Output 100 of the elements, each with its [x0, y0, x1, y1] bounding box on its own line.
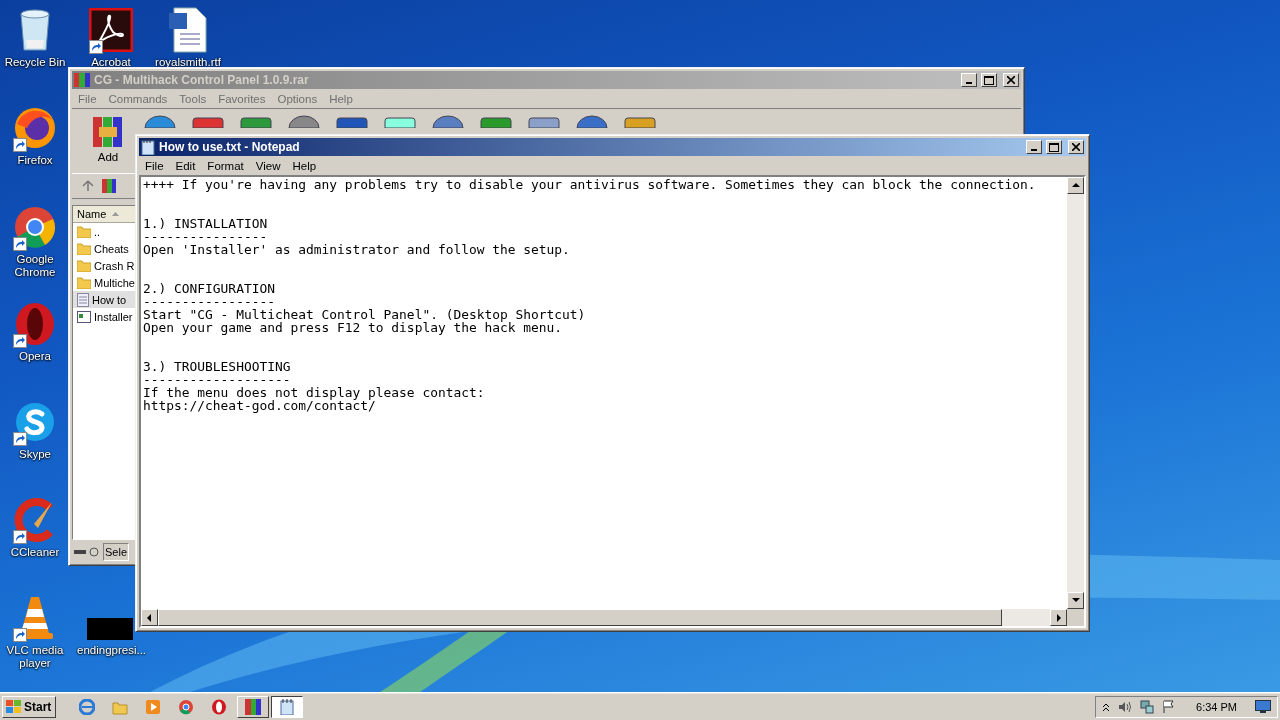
chrome-icon — [13, 205, 57, 249]
section-heading: 1.) INSTALLATION — [143, 217, 268, 230]
flag-icon[interactable] — [1162, 699, 1175, 714]
scroll-down-button[interactable] — [1067, 592, 1084, 609]
toolbar-icon[interactable] — [190, 115, 226, 128]
browser-e-icon[interactable] — [78, 698, 95, 715]
speaker-icon[interactable] — [1118, 700, 1133, 713]
toolbar-button[interactable]: Add — [86, 115, 130, 163]
archive-app-icon — [245, 698, 262, 715]
ring-icon — [13, 301, 57, 347]
text-line: If the menu does not display please contact: — [143, 386, 485, 399]
text-line: ++++ If you're having any problems try to disable your antivirus software. Sometimes they can block the connection. — [143, 178, 1036, 191]
fox-globe-icon — [13, 106, 57, 150]
minimize-button[interactable] — [961, 73, 977, 87]
program-icon — [77, 310, 91, 323]
menu-item[interactable]: Format — [201, 159, 250, 172]
toolbar-icon[interactable] — [622, 115, 658, 128]
close-icon — [1072, 143, 1080, 151]
toolbar-icon[interactable] — [334, 115, 370, 128]
close-button[interactable] — [1068, 140, 1084, 154]
menu-item[interactable]: File — [139, 159, 170, 172]
toolbar-icon[interactable] — [382, 115, 418, 128]
dashed-rule-text: ------------------- — [143, 373, 291, 386]
file-row[interactable]: Cheats — [73, 240, 135, 257]
desktop-icon-label[interactable]: Firefox — [17, 154, 53, 167]
desktop-icon-label[interactable]: Google Chrome — [2, 253, 68, 279]
file-row[interactable]: Installer — [73, 308, 135, 325]
up-arrow-icon[interactable] — [82, 180, 94, 192]
notepad-icon — [279, 698, 296, 715]
network-icon[interactable] — [1140, 699, 1155, 714]
sort-arrow-icon — [112, 212, 120, 216]
file-row[interactable]: Crash R — [73, 257, 135, 274]
toolbar-icon[interactable] — [574, 115, 610, 128]
trash-bin-icon — [17, 8, 53, 52]
toolbar-icon[interactable] — [142, 115, 178, 128]
maximize-button[interactable] — [1046, 140, 1062, 154]
maximize-button[interactable] — [981, 73, 997, 87]
desktop-icon-label[interactable]: Opera — [19, 350, 51, 363]
file-row[interactable]: .. — [73, 223, 135, 240]
desktop-icon-label[interactable]: endingpresi... — [77, 644, 143, 657]
vertical-scrollbar[interactable] — [1067, 177, 1084, 609]
menu-item[interactable]: Edit — [169, 159, 202, 172]
scroll-left-button[interactable] — [141, 609, 158, 626]
scroll-right-button[interactable] — [1050, 609, 1067, 626]
file-row[interactable]: Multiche — [73, 274, 135, 291]
toolbar-icon[interactable] — [238, 115, 274, 128]
scrollbar-corner — [1067, 609, 1084, 626]
text-line: Open your game and press F12 to display the hack menu. — [143, 321, 563, 334]
window-title: How to use.txt - Notepad — [159, 140, 301, 154]
dashed-rule-text: ----------------- — [143, 295, 275, 308]
toolbar-icon[interactable] — [526, 115, 562, 128]
toolbar-icon[interactable] — [478, 115, 514, 128]
chrome-icon[interactable] — [177, 698, 194, 715]
window-title: CG - Multihack Control Panel 1.0.9.rar — [94, 73, 310, 87]
section-heading: 3.) TROUBLESHOOTING — [143, 360, 291, 373]
chevron-up-icon[interactable] — [1102, 701, 1111, 712]
clock[interactable]: 6:34 PM — [1196, 700, 1237, 713]
scroll-up-button[interactable] — [1067, 177, 1084, 194]
menu-item[interactable]: Help — [286, 159, 323, 172]
skype-icon — [13, 400, 57, 444]
taskbar-window-button[interactable] — [271, 695, 304, 718]
folder-icon — [77, 225, 91, 238]
minimize-button[interactable] — [1026, 140, 1042, 154]
text-line: Open 'Installer' as administrator and follow the setup. — [143, 243, 570, 256]
column-header[interactable]: Name — [73, 206, 135, 223]
notepad-icon — [141, 139, 155, 155]
drive-key-icon — [73, 547, 101, 557]
document-icon — [168, 7, 208, 53]
file-row[interactable]: How to — [73, 291, 135, 308]
text-file-icon — [77, 292, 89, 307]
windows-flag-icon — [6, 699, 22, 714]
desktop-icon-label[interactable]: Skype — [19, 448, 51, 461]
maximize-icon — [1049, 142, 1059, 152]
archive-app-icon — [74, 73, 90, 87]
monitor-icon[interactable] — [1255, 700, 1271, 713]
books-icon — [91, 115, 125, 149]
desktop-icon-label[interactable]: VLC media player — [2, 644, 68, 670]
text-line: Start "CG - Multicheat Control Panel". (Desktop Shortcut) — [143, 308, 586, 321]
folder-icon — [77, 259, 91, 272]
folder-icon — [77, 242, 91, 255]
redacted-thumbnail-icon — [87, 618, 133, 640]
toolbar-icon[interactable] — [430, 115, 466, 128]
start-button[interactable]: Start — [2, 695, 57, 718]
desktop-icon-label[interactable]: Recycle Bin — [4, 56, 66, 69]
toolbar-icon[interactable] — [286, 115, 322, 128]
dashed-rule-text: ---------------- — [143, 230, 268, 243]
close-button[interactable] — [1003, 73, 1019, 87]
close-icon — [1007, 76, 1015, 84]
ring-icon[interactable] — [210, 698, 227, 715]
desktop-icon-label[interactable]: Acrobat — [91, 56, 131, 69]
maximize-icon — [984, 75, 994, 85]
folder-icon — [77, 276, 91, 289]
archive-app-icon — [102, 179, 116, 193]
text-line: https://cheat-god.com/contact/ — [143, 399, 376, 412]
status-text: Sele — [103, 543, 130, 561]
section-heading: 2.) CONFIGURATION — [143, 282, 275, 295]
menu-item[interactable]: View — [249, 159, 287, 172]
desktop-icon-label[interactable]: royalsmith.rtf — [155, 56, 221, 69]
desktop-icon-label[interactable]: CCleaner — [10, 546, 60, 559]
pdf-app-icon — [89, 8, 133, 52]
